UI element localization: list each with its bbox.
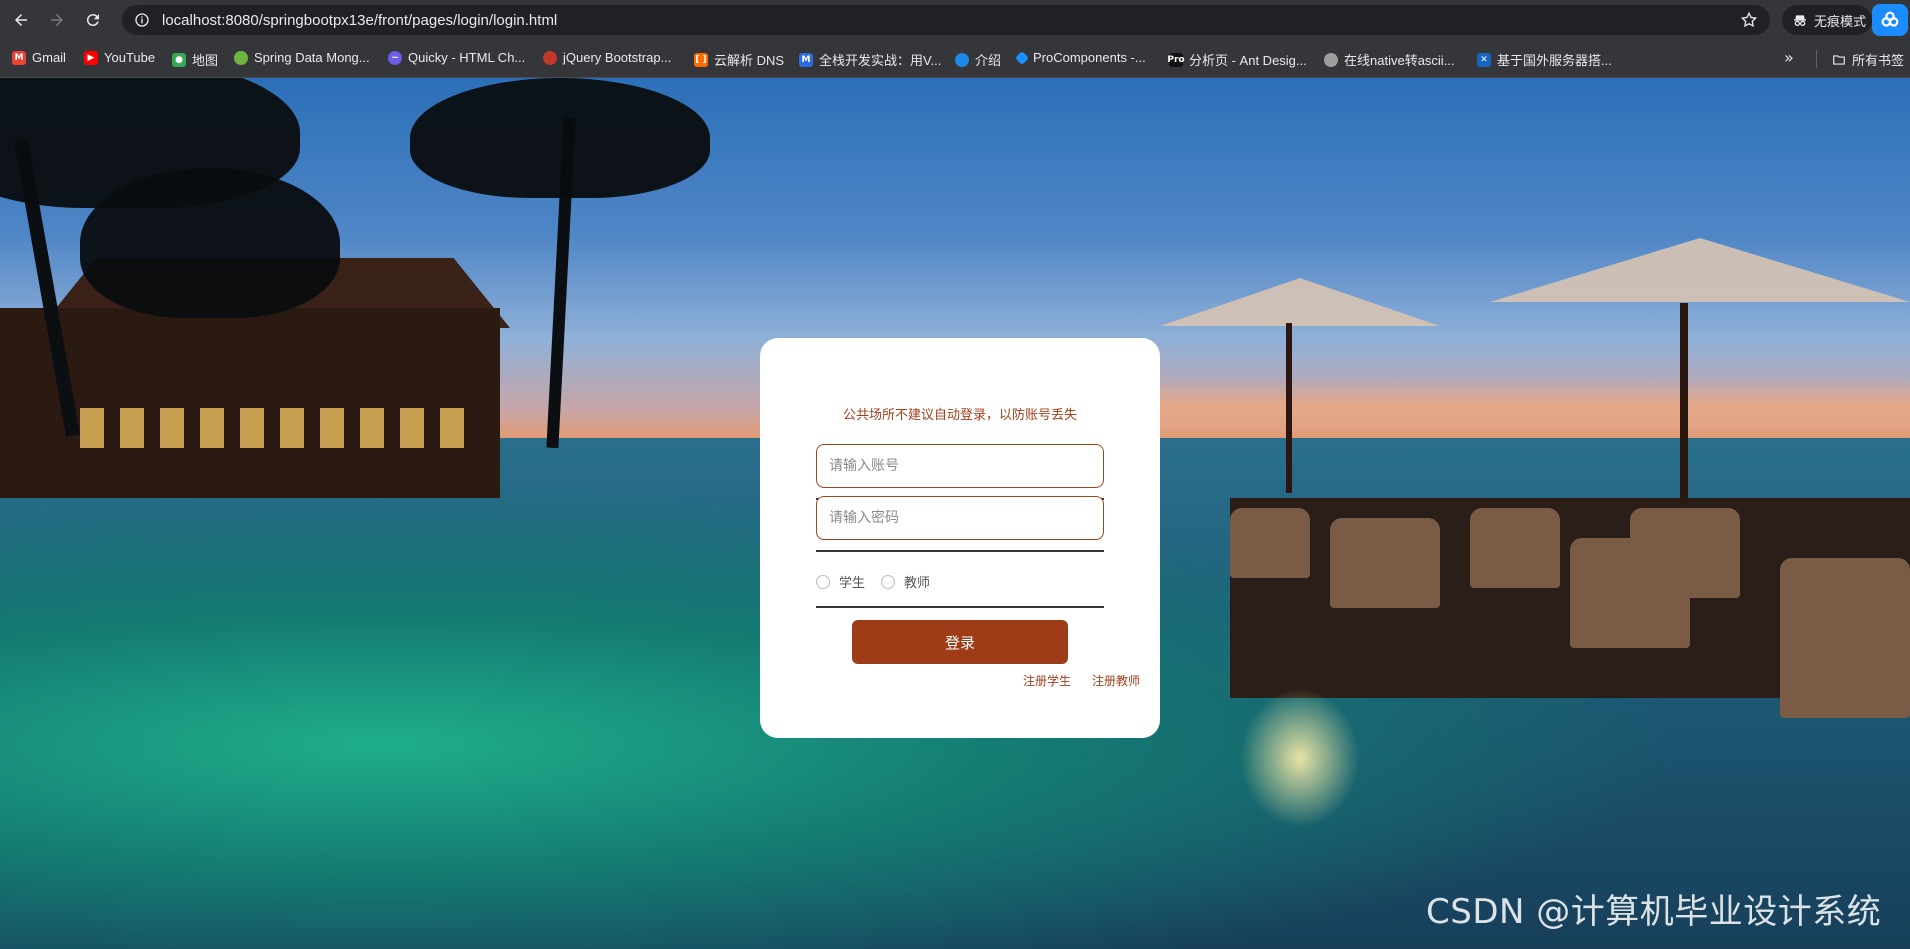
spring-icon xyxy=(234,50,248,65)
forward-button[interactable] xyxy=(42,5,72,35)
login-card: 公共场所不建议自动登录，以防账号丢失 学生 教师 登录 注册学生 注册教师 xyxy=(760,338,1160,738)
m-icon: M xyxy=(799,52,813,67)
all-bookmarks-button[interactable]: 所有书签 xyxy=(1832,50,1904,69)
incognito-icon xyxy=(1794,15,1806,26)
maps-icon: ● xyxy=(172,52,186,67)
bookmark-item[interactable]: Spring Data Mong... xyxy=(234,50,370,65)
gmail-icon: M xyxy=(12,50,26,65)
student-label[interactable]: 学生 xyxy=(839,572,865,591)
bookmark-item[interactable]: ● 地图 xyxy=(172,50,218,69)
more-bookmarks-chevron-icon[interactable]: » xyxy=(1784,48,1794,67)
divider xyxy=(816,550,1104,552)
teacher-radio[interactable] xyxy=(881,574,896,589)
back-button[interactable] xyxy=(6,5,36,35)
bookmark-item[interactable]: [ ] 云解析 DNS xyxy=(694,50,784,69)
bookmark-item[interactable]: ▶ YouTube xyxy=(84,50,155,65)
incognito-label: 无痕模式 xyxy=(1814,14,1867,30)
login-button[interactable]: 登录 xyxy=(852,620,1068,664)
address-bar[interactable]: localhost:8080/springbootpx13e/front/pag… xyxy=(122,5,1770,35)
bookmark-item[interactable]: ~ Quicky - HTML Ch... xyxy=(388,50,525,65)
page-viewport: 公共场所不建议自动登录，以防账号丢失 学生 教师 登录 注册学生 注册教师 CS… xyxy=(0,78,1910,949)
incognito-indicator[interactable]: 无痕模式 xyxy=(1782,5,1872,35)
csdn-watermark: CSDN @计算机毕业设计系统 xyxy=(1426,892,1882,932)
site-info-icon[interactable] xyxy=(134,12,150,28)
globe-icon xyxy=(955,52,969,67)
teacher-label[interactable]: 教师 xyxy=(904,572,930,591)
pro-icon: Pro xyxy=(1167,52,1185,67)
divider xyxy=(816,606,1104,608)
back-arrow-icon xyxy=(15,14,27,26)
student-radio[interactable] xyxy=(816,574,830,589)
extension-button[interactable] xyxy=(1872,4,1908,36)
bookmark-divider xyxy=(1816,50,1817,68)
aliyun-icon: [ ] xyxy=(694,52,708,67)
bookmark-item[interactable]: jQuery Bootstrap... xyxy=(543,50,671,65)
bookmarks-bar: M Gmail ▶ YouTube ● 地图 Spring Data Mong... … xyxy=(0,40,1910,78)
youtube-icon: ▶ xyxy=(84,50,98,65)
url-text: localhost:8080/springbootpx13e/front/pag… xyxy=(162,11,558,29)
bookmark-item[interactable]: ✕ 基于国外服务器搭... xyxy=(1477,50,1612,69)
bookmark-item[interactable]: 在线native转ascii... xyxy=(1324,50,1455,69)
bookmark-star-icon[interactable] xyxy=(1740,11,1758,29)
register-student-link[interactable]: 注册学生 xyxy=(1023,672,1071,689)
bookmark-item[interactable]: M 全栈开发实战：用V... xyxy=(799,50,941,69)
password-input[interactable] xyxy=(816,496,1104,540)
role-selector: 学生 教师 xyxy=(816,572,946,591)
folder-icon xyxy=(1833,54,1845,65)
jquery-icon xyxy=(543,50,557,65)
bookmark-item[interactable]: 介绍 xyxy=(955,50,1001,69)
register-teacher-link[interactable]: 注册教师 xyxy=(1092,672,1140,689)
bookmark-item[interactable]: M Gmail xyxy=(12,50,66,65)
web-icon xyxy=(1324,52,1338,67)
forward-arrow-icon xyxy=(51,14,63,26)
antd-icon xyxy=(1014,50,1030,65)
flag-icon: ✕ xyxy=(1477,52,1491,67)
security-tip: 公共场所不建议自动登录，以防账号丢失 xyxy=(842,408,1077,423)
reload-button[interactable] xyxy=(78,5,108,35)
bookmark-item[interactable]: ProComponents -... xyxy=(1014,50,1146,65)
reload-icon xyxy=(86,14,99,27)
cloud-extension-icon xyxy=(1881,11,1899,27)
quicky-icon: ~ xyxy=(388,50,402,65)
account-input[interactable] xyxy=(816,444,1104,488)
bookmark-item[interactable]: Pro 分析页 - Ant Desig... xyxy=(1167,50,1307,69)
